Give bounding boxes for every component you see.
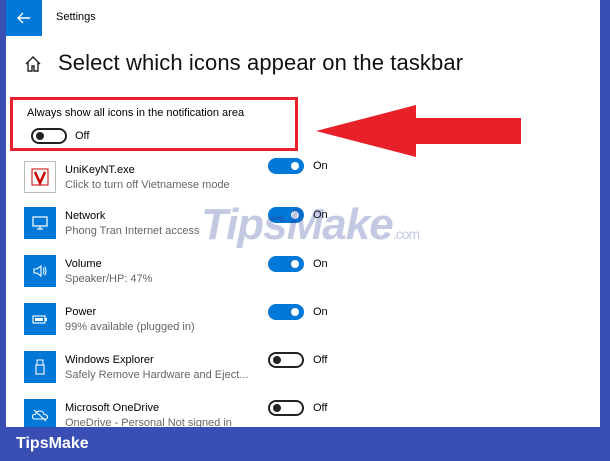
app-description: 99% available (plugged in) bbox=[65, 321, 195, 333]
battery-icon bbox=[24, 303, 56, 335]
always-show-highlight-box: Always show all icons in the notificatio… bbox=[10, 97, 298, 151]
app-name: Volume bbox=[65, 258, 102, 270]
app-description: Safely Remove Hardware and Eject... bbox=[65, 369, 249, 381]
always-show-toggle[interactable] bbox=[31, 128, 67, 144]
power-toggle[interactable] bbox=[268, 304, 304, 320]
app-name: UniKeyNT.exe bbox=[65, 164, 135, 176]
onedrive-state: Off bbox=[313, 402, 328, 414]
page-title: Select which icons appear on the taskbar bbox=[58, 50, 464, 75]
unikey-state: On bbox=[313, 160, 328, 172]
toggle-knob bbox=[273, 404, 281, 412]
app-name: Windows Explorer bbox=[65, 354, 154, 366]
network-icon bbox=[24, 207, 56, 239]
unikey-glyph-icon bbox=[31, 168, 49, 187]
app-description: Speaker/HP: 47% bbox=[65, 273, 153, 285]
list-item-onedrive: Microsoft OneDrive OneDrive - Personal N… bbox=[24, 399, 584, 427]
list-item-network: Network Phong Tran Internet access On bbox=[24, 207, 584, 251]
app-description: OneDrive - Personal Not signed in bbox=[65, 417, 232, 427]
settings-window: Settings Select which icons appear on th… bbox=[6, 0, 600, 427]
always-show-label: Always show all icons in the notificatio… bbox=[27, 107, 245, 119]
power-state: On bbox=[313, 306, 328, 318]
usb-icon bbox=[24, 351, 56, 383]
brand-bar: TipsMake bbox=[0, 427, 610, 461]
network-state: On bbox=[313, 209, 328, 221]
windows-explorer-state: Off bbox=[313, 354, 328, 366]
toggle-knob bbox=[291, 260, 299, 268]
list-item-unikey: UniKeyNT.exe Click to turn off Vietnames… bbox=[24, 158, 584, 205]
toggle-knob bbox=[36, 132, 44, 140]
usb-glyph-icon bbox=[35, 359, 45, 375]
network-toggle[interactable] bbox=[268, 207, 304, 223]
app-name: Power bbox=[65, 306, 97, 318]
window-title: Settings bbox=[56, 11, 96, 23]
volume-state: On bbox=[313, 258, 328, 270]
onedrive-icon bbox=[24, 399, 56, 427]
app-description: Phong Tran Internet access bbox=[65, 225, 200, 237]
red-arrow-annotation bbox=[316, 105, 521, 157]
cloud-off-icon bbox=[31, 409, 49, 422]
back-arrow-icon bbox=[17, 12, 30, 24]
toggle-knob bbox=[291, 211, 299, 219]
unikey-icon bbox=[24, 161, 56, 193]
toggle-knob bbox=[291, 308, 299, 316]
toggle-knob bbox=[291, 162, 299, 170]
unikey-toggle[interactable] bbox=[268, 158, 304, 174]
list-item-power: Power 99% available (plugged in) On bbox=[24, 303, 584, 347]
list-item-volume: Volume Speaker/HP: 47% On bbox=[24, 255, 584, 299]
list-item-windows-explorer: Windows Explorer Safely Remove Hardware … bbox=[24, 351, 584, 395]
battery-glyph-icon bbox=[32, 315, 47, 324]
speaker-glyph-icon bbox=[33, 264, 47, 278]
brand-logo-text: TipsMake bbox=[16, 435, 89, 452]
speaker-icon bbox=[24, 255, 56, 287]
toggle-knob bbox=[273, 356, 281, 364]
back-button[interactable] bbox=[6, 0, 42, 36]
windows-explorer-toggle[interactable] bbox=[268, 352, 304, 368]
app-description: Click to turn off Vietnamese mode bbox=[65, 179, 230, 191]
monitor-icon bbox=[32, 216, 48, 230]
title-bar: Settings bbox=[6, 0, 600, 36]
home-icon[interactable] bbox=[24, 55, 42, 73]
app-name: Microsoft OneDrive bbox=[65, 402, 160, 414]
app-name: Network bbox=[65, 210, 106, 222]
always-show-state: Off bbox=[75, 130, 90, 142]
volume-toggle[interactable] bbox=[268, 256, 304, 272]
onedrive-toggle[interactable] bbox=[268, 400, 304, 416]
